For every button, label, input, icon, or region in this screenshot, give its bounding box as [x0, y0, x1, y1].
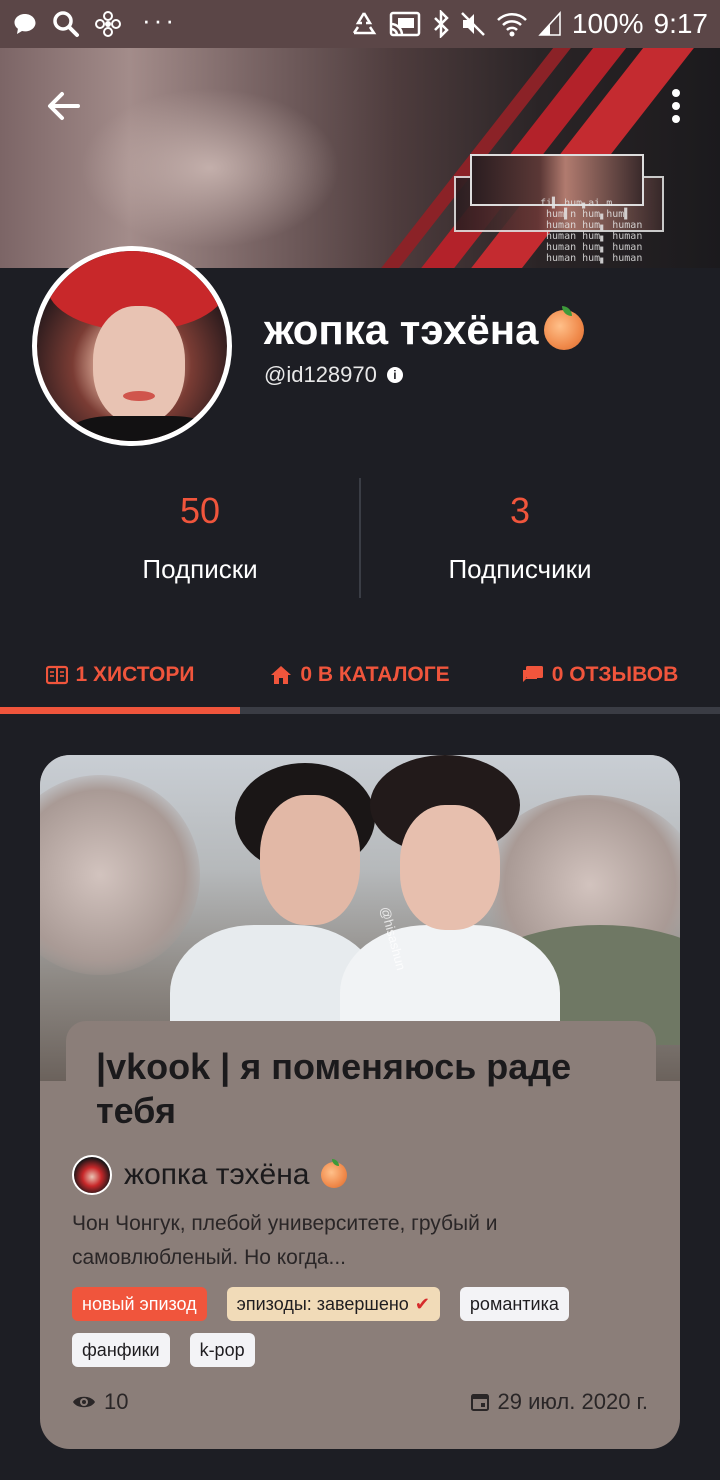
following-label: Подписки: [142, 554, 258, 584]
wifi-icon: [496, 11, 528, 37]
tab-reviews[interactable]: 0 отзывов: [480, 640, 720, 710]
mute-icon: [460, 10, 486, 38]
peach-emoji-icon: [544, 306, 585, 350]
tag-romance[interactable]: романтика: [459, 1287, 569, 1321]
tag-kpop[interactable]: k-pop: [189, 1333, 255, 1367]
story-description: Чон Чонгук, плебой университете, грубый …: [72, 1212, 498, 1269]
tab-reviews-label: 0 отзывов: [551, 663, 679, 686]
tag-fanfic[interactable]: фанфики: [72, 1333, 170, 1367]
date-text: 29 июл. 2020 г.: [497, 1389, 648, 1414]
search-icon: [52, 10, 80, 38]
story-card[interactable]: @hisashun |vkook | я поменяюсь раде тебя…: [40, 755, 680, 1449]
author-avatar: [72, 1155, 112, 1195]
profile-name-text: жопка тэхёна: [264, 306, 539, 353]
tag-episodes-completed[interactable]: эпизоды: завершено ✔: [226, 1287, 440, 1321]
profile-banner: fi▌ hum▖ai m hum▌n hum▖hum▌ human hum▖ h…: [0, 48, 720, 268]
followers-label: Подписчики: [448, 554, 592, 584]
story-views: 10: [72, 1389, 128, 1415]
followers-count: 3: [509, 490, 531, 531]
bluetooth-icon: [432, 10, 450, 38]
home-icon: [271, 666, 292, 684]
story-tags: новый эпизод эпизоды: завершено ✔ романт…: [72, 1287, 652, 1367]
more-options-button[interactable]: [656, 82, 696, 130]
chat-bubble-icon: [12, 11, 38, 37]
battery-level: 100%: [571, 8, 644, 39]
profile-handle-text: @id128970: [264, 362, 377, 387]
views-count: 10: [104, 1389, 129, 1414]
cast-icon: [388, 10, 422, 38]
recycle-icon: [350, 11, 378, 37]
story-date: 29 июл. 2020 г.: [470, 1389, 648, 1415]
fan-icon: [94, 10, 122, 38]
following-stat[interactable]: 50 Подписки: [40, 490, 360, 585]
active-tab-indicator: [0, 707, 240, 714]
status-bar: ··· 100% 9:17: [0, 0, 720, 48]
tab-stories[interactable]: 1 хистори: [0, 640, 240, 710]
kebab-menu-icon: [672, 89, 680, 123]
back-button[interactable]: [40, 82, 88, 130]
eye-icon: [73, 1396, 95, 1408]
profile-handle: @id128970 i: [264, 362, 403, 388]
comment-icon: [522, 666, 543, 682]
peach-emoji-icon: [321, 1159, 348, 1188]
book-icon: [45, 665, 68, 685]
tab-catalog-label: 0 в каталоге: [300, 663, 450, 686]
followers-stat[interactable]: 3 Подписчики: [360, 490, 680, 585]
info-icon[interactable]: i: [386, 367, 403, 383]
story-author[interactable]: жопка тэхёна: [72, 1155, 348, 1195]
profile-tabs: 1 хистори 0 в каталоге 0 отзывов: [0, 640, 720, 710]
profile-name: жопка тэхёна: [264, 306, 585, 354]
arrow-left-icon: [48, 92, 80, 120]
tab-stories-label: 1 хистори: [75, 663, 195, 686]
clock: 9:17: [653, 8, 709, 39]
calendar-icon: [470, 1394, 489, 1411]
following-count: 50: [179, 490, 221, 531]
signal-icon: [538, 11, 562, 37]
tag-new-episode[interactable]: новый эпизод: [72, 1287, 207, 1321]
checkmark-icon: ✔: [414, 1293, 430, 1314]
tag-episodes-completed-label: эпизоды: завершено: [236, 1293, 409, 1314]
story-title: |vkook | я поменяюсь раде тебя: [96, 1046, 572, 1131]
more-notifications-icon: ···: [142, 4, 177, 35]
profile-avatar[interactable]: [32, 246, 232, 446]
tab-catalog[interactable]: 0 в каталоге: [240, 640, 480, 710]
author-name: жопка тэхёна: [124, 1158, 310, 1191]
banner-decoration: fi▌ hum▖ai m hum▌n hum▖hum▌ human hum▖ h…: [540, 198, 643, 264]
